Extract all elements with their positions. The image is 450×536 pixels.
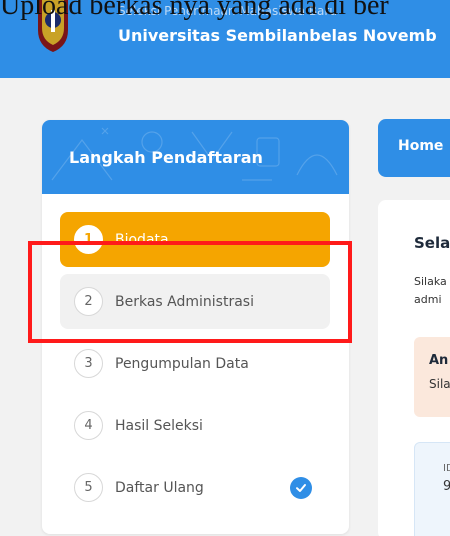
main-content-card: Sela Silaka admi An Sila ID 9 bbox=[378, 200, 450, 536]
step-label: Pengumpulan Data bbox=[115, 355, 249, 372]
step-number: 3 bbox=[74, 349, 103, 378]
step-pengumpulan-data[interactable]: 3 Pengumpulan Data bbox=[60, 336, 330, 391]
id-label: ID bbox=[443, 463, 450, 474]
caption-text: Upload berkas nya yang ada di ber bbox=[0, 0, 389, 21]
highlight-box bbox=[28, 241, 352, 343]
content-title: Sela bbox=[414, 234, 450, 252]
step-number: 4 bbox=[74, 411, 103, 440]
university-name[interactable]: Universitas Sembilanbelas Novemb bbox=[118, 26, 437, 45]
step-number: 5 bbox=[74, 473, 103, 502]
check-circle-icon bbox=[290, 476, 312, 499]
home-link[interactable]: Home bbox=[398, 138, 443, 154]
step-label: Hasil Seleksi bbox=[115, 417, 203, 434]
description-line: admi bbox=[414, 293, 442, 306]
step-label: Daftar Ulang bbox=[115, 479, 204, 496]
content-description: Silaka admi bbox=[414, 273, 447, 309]
steps-panel-title: Langkah Pendaftaran bbox=[69, 148, 263, 167]
step-hasil-seleksi[interactable]: 4 Hasil Seleksi bbox=[60, 398, 330, 453]
steps-panel-header: Langkah Pendaftaran bbox=[42, 120, 349, 194]
announcement-box: An Sila bbox=[414, 337, 450, 417]
announcement-body: Sila bbox=[429, 377, 450, 391]
breadcrumb-home[interactable]: Home bbox=[378, 119, 450, 177]
description-line: Silaka bbox=[414, 275, 447, 288]
announcement-title: An bbox=[429, 353, 449, 368]
registration-id-box: ID 9 bbox=[414, 442, 450, 536]
id-value: 9 bbox=[443, 479, 450, 494]
step-daftar-ulang[interactable]: 5 Daftar Ulang bbox=[60, 460, 330, 515]
